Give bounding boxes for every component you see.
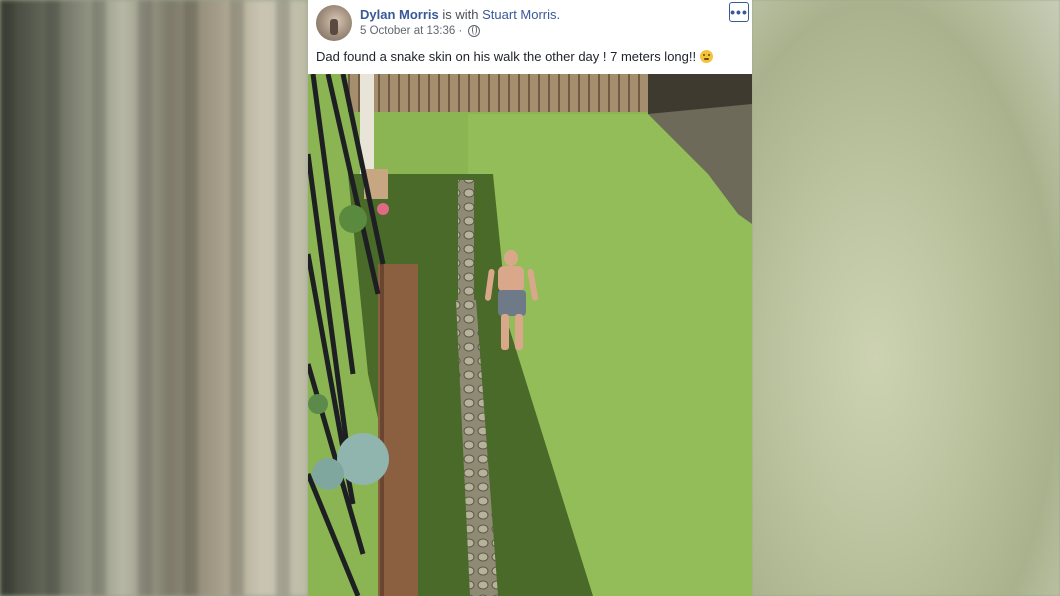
timestamp-link[interactable]: 5 October at 13:36 ·	[360, 25, 462, 37]
author-name-link[interactable]: Dylan Morris	[360, 7, 439, 22]
post-header: Dylan Morris is with Stuart Morris. 5 Oc…	[308, 0, 752, 74]
blurred-background-left	[0, 0, 308, 596]
more-options-icon[interactable]: •••	[729, 2, 749, 22]
tagged-user-link[interactable]: Stuart Morris.	[482, 7, 560, 22]
post-photo[interactable]	[308, 74, 752, 596]
facebook-post: Dylan Morris is with Stuart Morris. 5 Oc…	[308, 0, 752, 596]
flushed-face-emoji-icon	[700, 50, 714, 63]
post-message-text: Dad found a snake skin on his walk the o…	[316, 49, 697, 64]
author-line: Dylan Morris is with Stuart Morris.	[360, 7, 560, 22]
snake-skin-photo	[308, 74, 752, 596]
post-message: Dad found a snake skin on his walk the o…	[316, 49, 714, 64]
post-meta: 5 October at 13:36 ·	[360, 25, 481, 37]
globe-icon[interactable]	[468, 25, 481, 37]
with-text: is with	[442, 7, 479, 22]
blurred-background-right	[752, 0, 1060, 596]
avatar[interactable]	[316, 5, 352, 41]
